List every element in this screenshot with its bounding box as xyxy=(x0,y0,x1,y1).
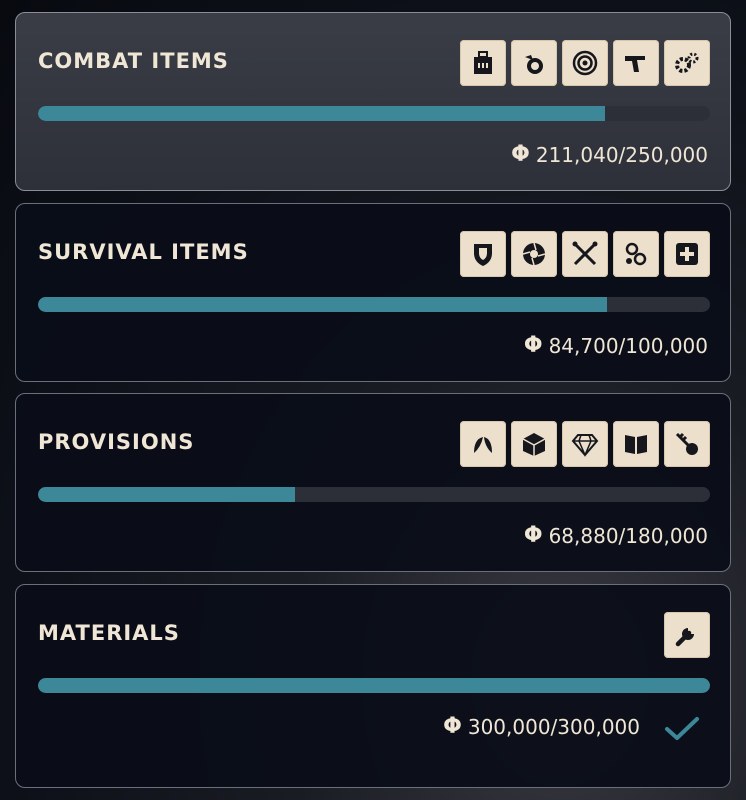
panel-provisions[interactable]: PROVISIONS Φ 68,880/180,000 xyxy=(15,393,731,572)
progress-fill xyxy=(38,297,608,312)
currency-icon: Φ xyxy=(523,333,543,358)
amount-display: Φ 211,040/250,000 xyxy=(511,142,708,167)
book-icon[interactable] xyxy=(613,421,659,467)
currency-icon: Φ xyxy=(523,523,543,548)
amount-text: 300,000/300,000 xyxy=(467,714,640,739)
progress-bar xyxy=(38,297,710,312)
progress-bar xyxy=(38,106,710,121)
panel-title: SURVIVAL ITEMS xyxy=(38,240,249,264)
panel-combat-items[interactable]: COMBAT ITEMS Φ 211,040/250,000 xyxy=(15,12,731,191)
target-icon[interactable] xyxy=(562,40,608,86)
cube-icon[interactable] xyxy=(511,421,557,467)
icon-row xyxy=(664,612,710,658)
leaf-icon[interactable] xyxy=(460,421,506,467)
aperture-icon[interactable] xyxy=(511,231,557,277)
crossed-tools-icon[interactable] xyxy=(562,231,608,277)
amount-display: Φ 300,000/300,000 xyxy=(443,714,640,739)
panel-materials[interactable]: MATERIALS Φ 300,000/300,000 xyxy=(15,584,731,788)
amount-text: 68,880/180,000 xyxy=(548,523,708,548)
icon-row xyxy=(460,40,710,86)
ammo-crate-icon[interactable] xyxy=(460,40,506,86)
gem-icon[interactable] xyxy=(562,421,608,467)
medkit-icon[interactable] xyxy=(664,231,710,277)
icon-row xyxy=(460,421,710,467)
amount-display: Φ 84,700/100,000 xyxy=(524,333,708,358)
progress-fill xyxy=(38,678,710,693)
panel-title: COMBAT ITEMS xyxy=(38,49,229,73)
gears-icon[interactable] xyxy=(664,40,710,86)
panel-title: PROVISIONS xyxy=(38,430,195,454)
pistol-icon[interactable] xyxy=(613,40,659,86)
shield-icon[interactable] xyxy=(460,231,506,277)
panel-survival-items[interactable]: SURVIVAL ITEMS Φ 84,700/100,000 xyxy=(15,203,731,382)
panel-title: MATERIALS xyxy=(38,621,180,645)
wrench-icon[interactable] xyxy=(664,612,710,658)
amount-text: 211,040/250,000 xyxy=(535,142,708,167)
key-icon[interactable] xyxy=(664,421,710,467)
grenade-icon[interactable] xyxy=(511,40,557,86)
chain-icon[interactable] xyxy=(613,231,659,277)
currency-icon: Φ xyxy=(511,142,530,167)
amount-text: 84,700/100,000 xyxy=(548,333,708,358)
amount-display: Φ 68,880/180,000 xyxy=(524,523,708,548)
progress-bar xyxy=(38,678,710,693)
progress-fill xyxy=(38,487,296,502)
currency-icon: Φ xyxy=(443,714,462,739)
progress-fill xyxy=(38,106,606,121)
progress-bar xyxy=(38,487,710,502)
icon-row xyxy=(460,231,710,277)
check-icon xyxy=(665,717,699,740)
